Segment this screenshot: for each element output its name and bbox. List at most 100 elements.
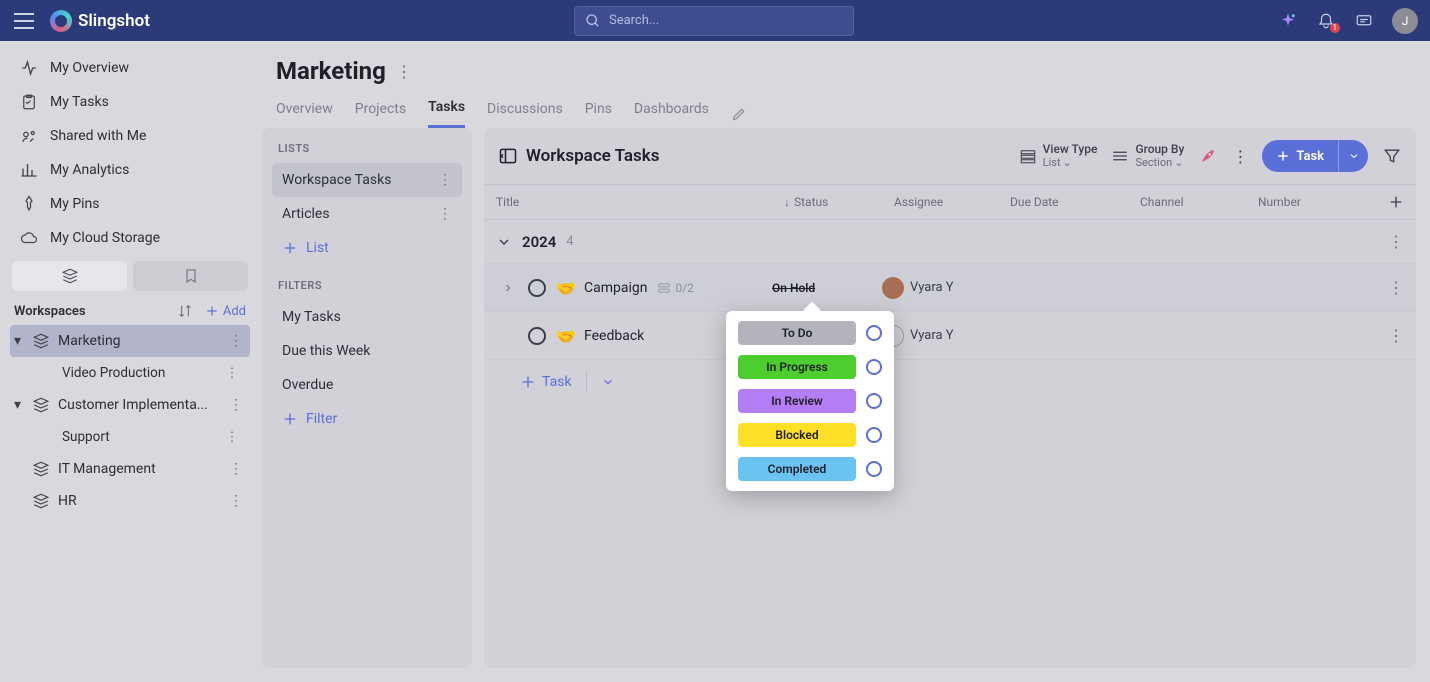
sidebar-item-cloud[interactable]: My Cloud Storage [10, 221, 250, 255]
workspace-video-production[interactable]: Video Production⋮ [10, 357, 250, 389]
status-option-completed[interactable]: Completed [738, 457, 856, 481]
filter-icon[interactable] [1382, 146, 1402, 166]
more-icon[interactable]: ⋮ [224, 365, 240, 381]
view-type-dropdown[interactable]: View TypeList ⌄ [1019, 143, 1098, 168]
sparkle-icon[interactable] [1278, 11, 1298, 31]
filter-overdue[interactable]: Overdue [272, 368, 462, 402]
more-icon[interactable]: ⋮ [228, 493, 244, 509]
handshake-icon: 🤝 [556, 327, 574, 345]
status-radio[interactable] [866, 325, 882, 341]
task-checkbox[interactable] [528, 327, 546, 345]
tab-dashboards[interactable]: Dashboards [634, 101, 709, 127]
workspace-customer[interactable]: ▾ Customer Implementa... ⋮ [10, 389, 250, 421]
column-headers: Title ↓Status Assignee Due Date Channel … [484, 184, 1416, 220]
sort-icon[interactable] [177, 303, 195, 319]
more-icon[interactable]: ⋮ [228, 461, 244, 477]
search-input[interactable]: Search... [574, 6, 854, 36]
task-checkbox[interactable] [528, 279, 546, 297]
col-status[interactable]: ↓Status [772, 195, 882, 209]
menu-icon[interactable] [12, 9, 36, 33]
col-number[interactable]: Number [1246, 195, 1376, 209]
more-icon[interactable]: ⋮ [1376, 326, 1416, 345]
add-workspace-button[interactable]: Add [205, 304, 246, 319]
col-channel[interactable]: Channel [1128, 195, 1246, 209]
status-option-todo[interactable]: To Do [738, 321, 856, 345]
avatar[interactable]: J [1392, 8, 1418, 34]
status-option-review[interactable]: In Review [738, 389, 856, 413]
col-title[interactable]: Title [484, 195, 772, 209]
rocket-icon[interactable] [1198, 146, 1218, 166]
task-row[interactable]: 🤝 Feedback Vyara Y ⋮ [484, 312, 1416, 360]
add-task-inline: Task [484, 360, 1416, 404]
workspace-hr[interactable]: ▾ HR ⋮ [10, 485, 250, 517]
more-icon[interactable]: ⋮ [228, 397, 244, 413]
status-radio[interactable] [866, 393, 882, 409]
more-icon[interactable]: ⋮ [224, 429, 240, 445]
more-icon[interactable]: ⋮ [1232, 147, 1248, 166]
chart-icon [20, 161, 38, 179]
more-icon[interactable]: ⋮ [1376, 278, 1416, 297]
filters-label: FILTERS [278, 279, 456, 292]
filter-my-tasks[interactable]: My Tasks [272, 300, 462, 334]
chevron-down-icon[interactable] [496, 234, 512, 250]
add-task-main[interactable]: Task [1262, 149, 1338, 164]
more-icon[interactable]: ⋮ [1388, 232, 1404, 251]
sort-down-icon: ↓ [784, 195, 790, 209]
bookmark-toggle[interactable] [133, 261, 248, 291]
add-filter-button[interactable]: Filter [272, 402, 462, 436]
sidebar-item-shared[interactable]: Shared with Me [10, 119, 250, 153]
sidebar: My Overview My Tasks Shared with Me My A… [0, 41, 260, 682]
chevron-down-icon[interactable] [601, 375, 615, 389]
more-icon[interactable]: ⋮ [396, 62, 412, 81]
tasks-title: Workspace Tasks [498, 146, 660, 166]
edit-icon[interactable] [731, 106, 747, 122]
filter-due-week[interactable]: Due this Week [272, 334, 462, 368]
task-assignee[interactable]: Vyara Y [882, 277, 998, 299]
section-name[interactable]: 2024 [522, 233, 556, 251]
task-assignee[interactable]: Vyara Y [882, 325, 998, 347]
workspace-marketing[interactable]: ▾ Marketing ⋮ [10, 325, 250, 357]
chat-icon[interactable] [1354, 11, 1374, 31]
app-name: Slingshot [78, 11, 150, 31]
tab-pins[interactable]: Pins [585, 101, 612, 127]
add-task-inline-button[interactable]: Task [520, 374, 572, 390]
stack-icon [32, 492, 50, 510]
more-icon[interactable]: ⋮ [438, 172, 452, 188]
group-by-dropdown[interactable]: Group BySection ⌄ [1111, 143, 1184, 168]
panel-icon [498, 146, 518, 166]
add-task-dropdown[interactable] [1338, 140, 1368, 172]
col-due[interactable]: Due Date [998, 195, 1128, 209]
sidebar-item-pins[interactable]: My Pins [10, 187, 250, 221]
more-icon[interactable]: ⋮ [438, 206, 452, 222]
status-option-blocked[interactable]: Blocked [738, 423, 856, 447]
workspace-it[interactable]: ▾ IT Management ⋮ [10, 453, 250, 485]
list-articles[interactable]: Articles⋮ [272, 197, 462, 231]
status-radio[interactable] [866, 461, 882, 477]
sidebar-item-overview[interactable]: My Overview [10, 51, 250, 85]
task-status[interactable]: On Hold [772, 281, 882, 295]
chevron-right-icon[interactable] [502, 282, 518, 294]
workspace-support[interactable]: Support⋮ [10, 421, 250, 453]
status-radio[interactable] [866, 359, 882, 375]
add-column-button[interactable] [1376, 194, 1416, 210]
workspaces-header: Workspaces Add [10, 297, 250, 325]
status-option-progress[interactable]: In Progress [738, 355, 856, 379]
status-radio[interactable] [866, 427, 882, 443]
app-logo[interactable]: Slingshot [50, 10, 150, 32]
sidebar-item-analytics[interactable]: My Analytics [10, 153, 250, 187]
add-list-button[interactable]: List [272, 231, 462, 265]
tab-overview[interactable]: Overview [276, 101, 333, 127]
list-workspace-tasks[interactable]: Workspace Tasks⋮ [272, 163, 462, 197]
lists-panel: LISTS Workspace Tasks⋮ Articles⋮ List FI… [262, 128, 472, 668]
bell-icon[interactable]: 1 [1316, 11, 1336, 31]
workspace-toggle[interactable] [12, 261, 127, 291]
tab-discussions[interactable]: Discussions [487, 101, 563, 127]
tab-projects[interactable]: Projects [355, 101, 406, 127]
subtask-count: 0/2 [657, 281, 693, 295]
sidebar-item-tasks[interactable]: My Tasks [10, 85, 250, 119]
task-row[interactable]: 🤝 Campaign 0/2 On Hold Vyara Y ⋮ [484, 264, 1416, 312]
col-assignee[interactable]: Assignee [882, 195, 998, 209]
tab-tasks[interactable]: Tasks [428, 99, 465, 128]
more-icon[interactable]: ⋮ [228, 333, 244, 349]
tabs: Overview Projects Tasks Discussions Pins… [276, 99, 1416, 128]
